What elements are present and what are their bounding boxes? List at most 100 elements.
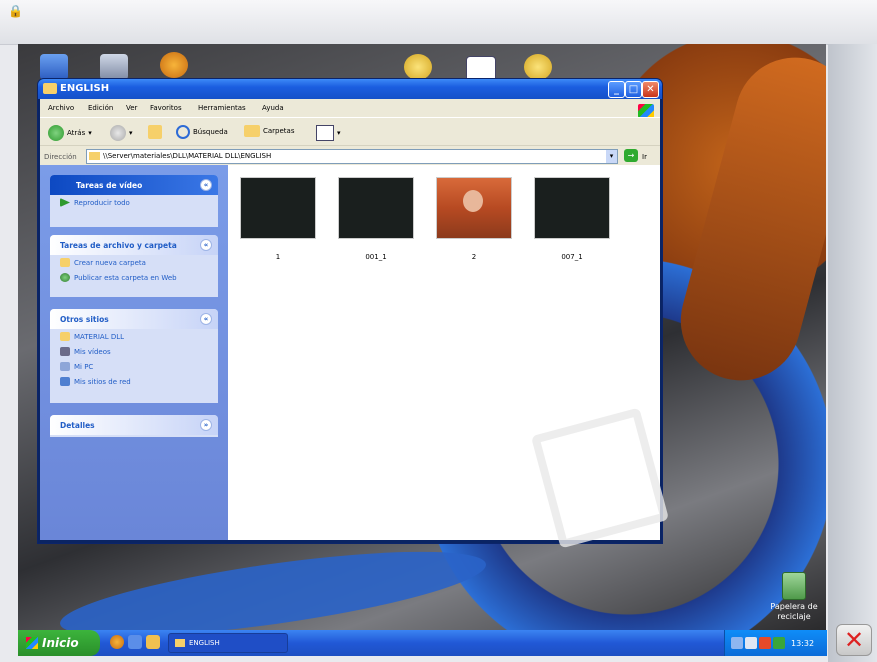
file-item[interactable]: 2 bbox=[436, 177, 512, 261]
details-title: Detalles bbox=[60, 421, 95, 430]
other-places-header[interactable]: Otros sitios « bbox=[50, 309, 218, 329]
file-item[interactable]: 1 bbox=[240, 177, 316, 261]
desktop-icon-shortcut-2[interactable] bbox=[524, 54, 552, 80]
menu-favoritos[interactable]: Favoritos bbox=[150, 104, 182, 112]
video-thumbnail bbox=[436, 177, 512, 239]
place-label: MATERIAL DLL bbox=[74, 333, 125, 341]
place-label: Mis vídeos bbox=[74, 348, 111, 356]
desktop-icon-media[interactable] bbox=[160, 52, 188, 78]
wallpaper-blue-shape bbox=[55, 534, 491, 630]
up-folder-button[interactable] bbox=[148, 125, 162, 139]
play-all-link[interactable]: Reproducir todo bbox=[50, 195, 218, 210]
file-item[interactable]: 007_1 bbox=[534, 177, 610, 261]
forward-arrow-icon bbox=[110, 125, 126, 141]
file-name: 1 bbox=[275, 253, 281, 261]
file-item[interactable]: 001_1 bbox=[338, 177, 414, 261]
collapse-icon[interactable]: « bbox=[200, 179, 212, 191]
search-label: Búsqueda bbox=[193, 128, 228, 136]
address-bar: Dirección \\Server\materiales\DLL\MATERI… bbox=[40, 145, 660, 166]
new-folder-link[interactable]: Crear nueva carpeta bbox=[50, 255, 218, 270]
side-panel bbox=[828, 44, 877, 662]
tray-tool-icon[interactable] bbox=[759, 637, 771, 649]
back-arrow-icon bbox=[48, 125, 64, 141]
browser-top-bar: 🔒 bbox=[0, 0, 877, 45]
folders-label: Carpetas bbox=[263, 127, 295, 135]
expand-icon[interactable]: » bbox=[200, 419, 212, 431]
recycle-bin-label: Papelera de reciclaje bbox=[770, 602, 818, 621]
views-button[interactable]: ▾ bbox=[316, 125, 341, 141]
task-explorer-english[interactable]: ENGLISH bbox=[168, 633, 288, 653]
maximize-button[interactable]: □ bbox=[625, 81, 642, 98]
tray-network-icon[interactable] bbox=[731, 637, 743, 649]
folder-icon bbox=[43, 83, 57, 94]
file-tasks-panel: Tareas de archivo y carpeta « Crear nuev… bbox=[50, 235, 218, 297]
title-bar[interactable]: ENGLISH _ □ ✕ bbox=[38, 79, 662, 99]
chevron-down-icon: ▾ bbox=[337, 129, 341, 137]
place-label: Mi PC bbox=[74, 363, 94, 371]
folders-button[interactable]: Carpetas bbox=[244, 125, 295, 137]
tray-app-icon[interactable] bbox=[773, 637, 785, 649]
folders-icon bbox=[244, 125, 260, 137]
file-name: 2 bbox=[471, 253, 477, 261]
address-label: Dirección bbox=[44, 153, 77, 161]
desktop-icon-shortcut-1[interactable] bbox=[404, 54, 432, 80]
place-material-dll[interactable]: MATERIAL DLL bbox=[50, 329, 218, 344]
menu-ayuda[interactable]: Ayuda bbox=[262, 104, 284, 112]
menu-herramientas[interactable]: Herramientas bbox=[198, 104, 246, 112]
file-tasks-header[interactable]: Tareas de archivo y carpeta « bbox=[50, 235, 218, 255]
video-tasks-header[interactable]: Tareas de vídeo « bbox=[50, 175, 218, 195]
quicklaunch-folder-icon[interactable] bbox=[146, 635, 160, 649]
quicklaunch-media-icon[interactable] bbox=[110, 635, 124, 649]
forward-button[interactable]: ▾ bbox=[110, 125, 133, 141]
wallpaper-orange-shape bbox=[667, 44, 826, 394]
recycle-bin[interactable]: Papelera de reciclaje bbox=[764, 572, 824, 622]
place-my-videos[interactable]: Mis vídeos bbox=[50, 344, 218, 359]
start-label: Inicio bbox=[42, 636, 79, 650]
menu-bar: Archivo Edición Ver Favoritos Herramient… bbox=[40, 99, 660, 118]
search-button[interactable]: Búsqueda bbox=[176, 125, 228, 139]
new-folder-icon bbox=[60, 258, 70, 267]
file-name: 001_1 bbox=[365, 253, 387, 261]
system-tray: 13:32 bbox=[724, 630, 827, 656]
chevron-down-icon: ▾ bbox=[88, 129, 92, 137]
menu-ver[interactable]: Ver bbox=[126, 104, 137, 112]
video-thumbnail bbox=[534, 177, 610, 239]
globe-icon bbox=[60, 273, 70, 282]
collapse-icon[interactable]: « bbox=[200, 239, 212, 251]
menu-archivo[interactable]: Archivo bbox=[48, 104, 74, 112]
back-label: Atrás bbox=[67, 129, 86, 137]
video-tasks-title: Tareas de vídeo bbox=[76, 181, 143, 190]
minimize-button[interactable]: _ bbox=[608, 81, 625, 98]
baby-image bbox=[463, 190, 483, 212]
film-watermark-icon bbox=[530, 407, 670, 549]
address-input[interactable]: \\Server\materiales\DLL\MATERIAL DLL\ENG… bbox=[86, 149, 618, 164]
quicklaunch-ie-icon[interactable] bbox=[128, 635, 142, 649]
taskbar: Inicio ENGLISH 13:32 bbox=[18, 630, 827, 656]
views-icon bbox=[316, 125, 334, 141]
close-button[interactable]: ✕ bbox=[642, 81, 659, 98]
play-all-label: Reproducir todo bbox=[74, 199, 130, 207]
clock: 13:32 bbox=[791, 639, 815, 648]
place-my-computer[interactable]: Mi PC bbox=[50, 359, 218, 374]
go-label[interactable]: Ir bbox=[642, 153, 647, 161]
desktop-icon-computer[interactable] bbox=[100, 54, 128, 80]
place-network[interactable]: Mis sitios de red bbox=[50, 374, 218, 389]
task-pane: Tareas de vídeo « Reproducir todo Tareas… bbox=[40, 165, 228, 540]
publish-web-label: Publicar esta carpeta en Web bbox=[74, 274, 177, 282]
computer-icon bbox=[60, 362, 70, 371]
desktop-icon-network[interactable] bbox=[40, 54, 68, 80]
publish-web-link[interactable]: Publicar esta carpeta en Web bbox=[50, 270, 218, 285]
go-button[interactable]: → bbox=[624, 149, 638, 162]
back-button[interactable]: Atrás ▾ bbox=[48, 125, 92, 141]
lock-icon: 🔒 bbox=[8, 4, 23, 18]
collapse-icon[interactable]: « bbox=[200, 313, 212, 325]
address-dropdown[interactable]: ▾ bbox=[606, 150, 617, 163]
details-panel: Detalles » bbox=[50, 415, 218, 437]
video-thumbnail bbox=[338, 177, 414, 239]
menu-edicion[interactable]: Edición bbox=[88, 104, 113, 112]
close-session-button[interactable]: ✕ bbox=[836, 624, 872, 656]
tray-shield-icon[interactable] bbox=[745, 637, 757, 649]
video-thumbnail bbox=[240, 177, 316, 239]
start-button[interactable]: Inicio bbox=[18, 630, 100, 656]
details-header[interactable]: Detalles » bbox=[50, 415, 218, 435]
